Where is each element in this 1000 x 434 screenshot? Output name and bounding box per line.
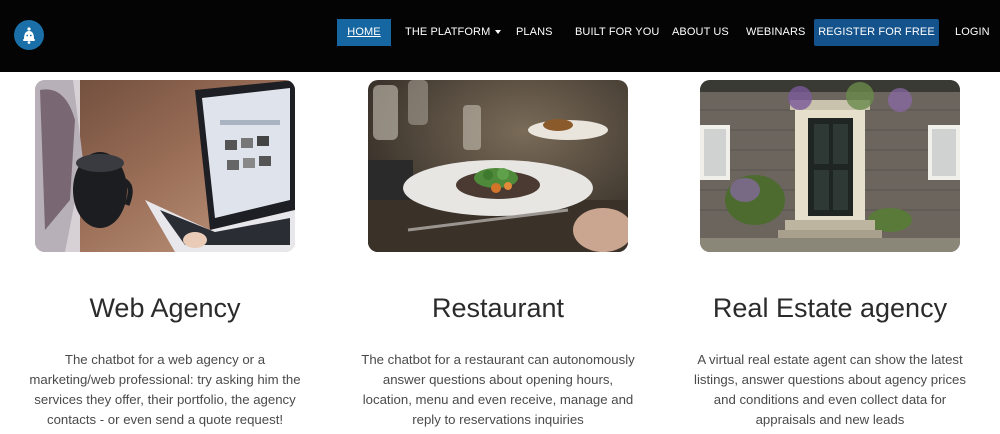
top-navbar: HOME THE PLATFORM PLANS BUILT FOR YOU AB…: [0, 0, 1000, 72]
nav-plans[interactable]: PLANS: [516, 19, 553, 46]
caret-down-icon: [495, 30, 502, 35]
register-button[interactable]: REGISTER FOR FREE: [814, 19, 939, 46]
nav-webinars[interactable]: WEBINARS: [746, 19, 805, 46]
bell-bot-icon: [23, 27, 35, 44]
card-description: The chatbot for a web agency or a market…: [29, 352, 301, 427]
nav-home[interactable]: HOME: [337, 19, 391, 46]
house-front-door-photo: [700, 80, 960, 252]
card-title: Real Estate agency: [712, 293, 948, 323]
logo[interactable]: [14, 20, 44, 50]
nav-about-us[interactable]: ABOUT US: [672, 19, 729, 46]
nav-built-for-you[interactable]: BUILT FOR YOU: [575, 19, 659, 46]
nav-login[interactable]: LOGIN: [955, 19, 990, 46]
nav-the-platform[interactable]: THE PLATFORM: [405, 19, 502, 46]
card-title: Restaurant: [431, 293, 565, 323]
card-title: Web Agency: [89, 293, 241, 323]
laptop-coffee-photo: [35, 80, 295, 252]
card-description: The chatbot for a restaurant can autonom…: [361, 352, 635, 427]
restaurant-dish-photo: [368, 80, 628, 252]
card-description: A virtual real estate agent can show the…: [694, 352, 966, 427]
nav-the-platform-label: THE PLATFORM: [405, 26, 491, 38]
